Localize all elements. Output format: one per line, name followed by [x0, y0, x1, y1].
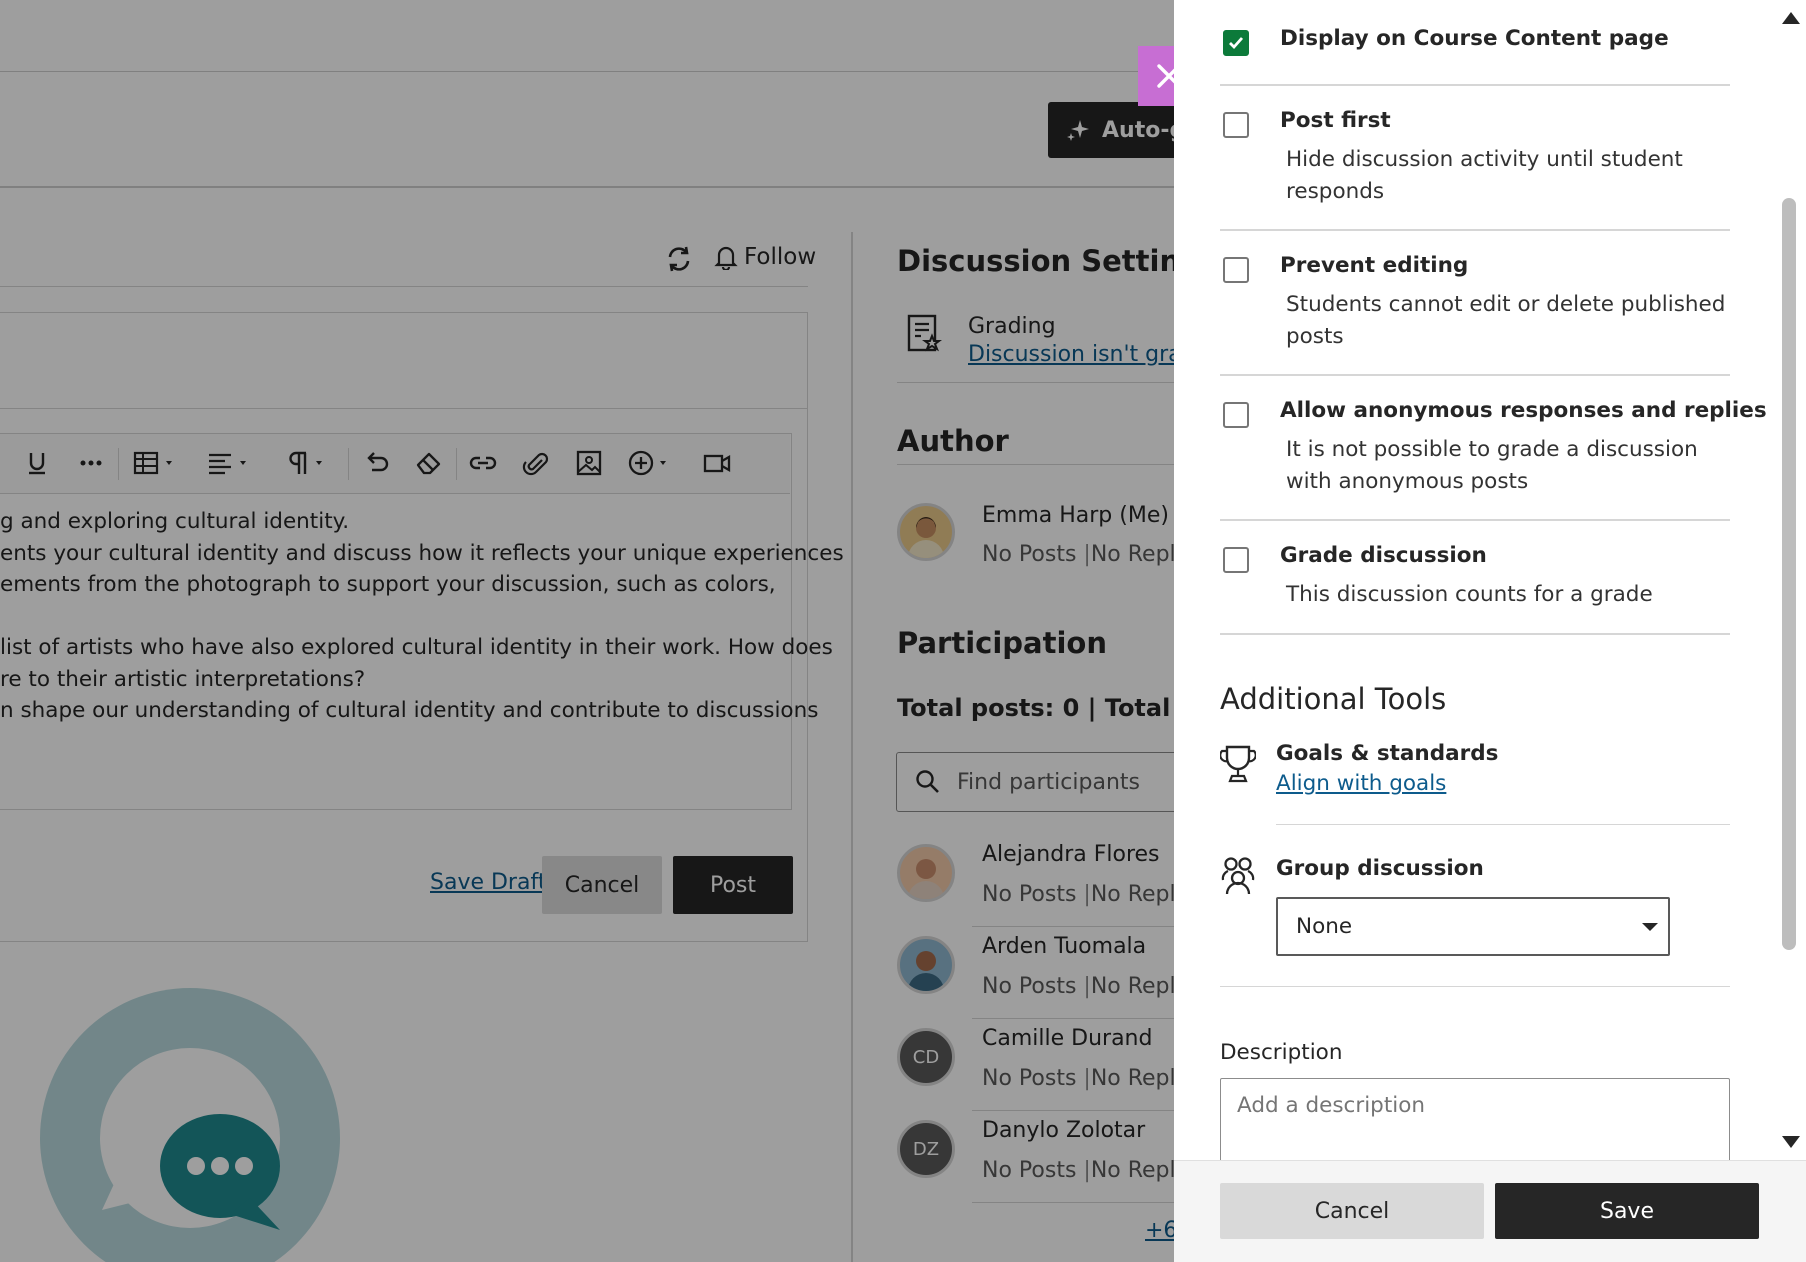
divider [1220, 84, 1730, 86]
panel-footer: Cancel Save [1174, 1160, 1806, 1262]
modal-overlay[interactable] [0, 0, 1174, 1262]
scroll-up-arrow-icon[interactable] [1782, 12, 1800, 24]
option-title[interactable]: Post first [1280, 108, 1391, 133]
scroll-down-arrow-icon[interactable] [1782, 1136, 1800, 1148]
checkbox[interactable] [1223, 547, 1249, 573]
option-description: Students cannot edit or delete published… [1286, 292, 1726, 349]
option-title[interactable]: Prevent editing [1280, 253, 1468, 278]
additional-tools-title: Additional Tools [1220, 682, 1447, 716]
chevron-down-icon [1642, 923, 1658, 931]
group-discussion-value: None [1296, 914, 1353, 939]
divider [1220, 519, 1730, 521]
description-label: Description [1220, 1040, 1343, 1065]
checkmark-icon [1229, 37, 1244, 50]
group-icon [1221, 857, 1255, 895]
option-description: It is not possible to grade a discussion… [1286, 437, 1698, 494]
save-button[interactable]: Save [1495, 1183, 1759, 1239]
checkbox[interactable] [1223, 30, 1249, 56]
scrollbar-thumb[interactable] [1782, 198, 1796, 950]
divider [1220, 633, 1730, 635]
option-title[interactable]: Display on Course Content page [1280, 26, 1669, 51]
cancel-button[interactable]: Cancel [1220, 1183, 1484, 1239]
divider [1220, 229, 1730, 231]
option-title[interactable]: Allow anonymous responses and replies [1280, 398, 1767, 423]
trophy-icon [1220, 745, 1256, 783]
option-title[interactable]: Grade discussion [1280, 543, 1487, 568]
align-with-goals-link[interactable]: Align with goals [1276, 771, 1446, 796]
goals-standards-label: Goals & standards [1276, 741, 1499, 766]
checkbox[interactable] [1223, 112, 1249, 138]
divider [1220, 374, 1730, 376]
divider [1276, 824, 1730, 825]
checkbox[interactable] [1223, 257, 1249, 283]
checkbox[interactable] [1223, 402, 1249, 428]
option-description: Hide discussion activity until student r… [1286, 147, 1683, 204]
divider [1220, 986, 1730, 987]
group-discussion-label: Group discussion [1276, 856, 1484, 881]
option-description: This discussion counts for a grade [1286, 582, 1653, 607]
group-discussion-select[interactable]: None [1276, 897, 1670, 956]
discussion-settings-panel: Display on Course Content page Post first… [1174, 0, 1806, 1262]
